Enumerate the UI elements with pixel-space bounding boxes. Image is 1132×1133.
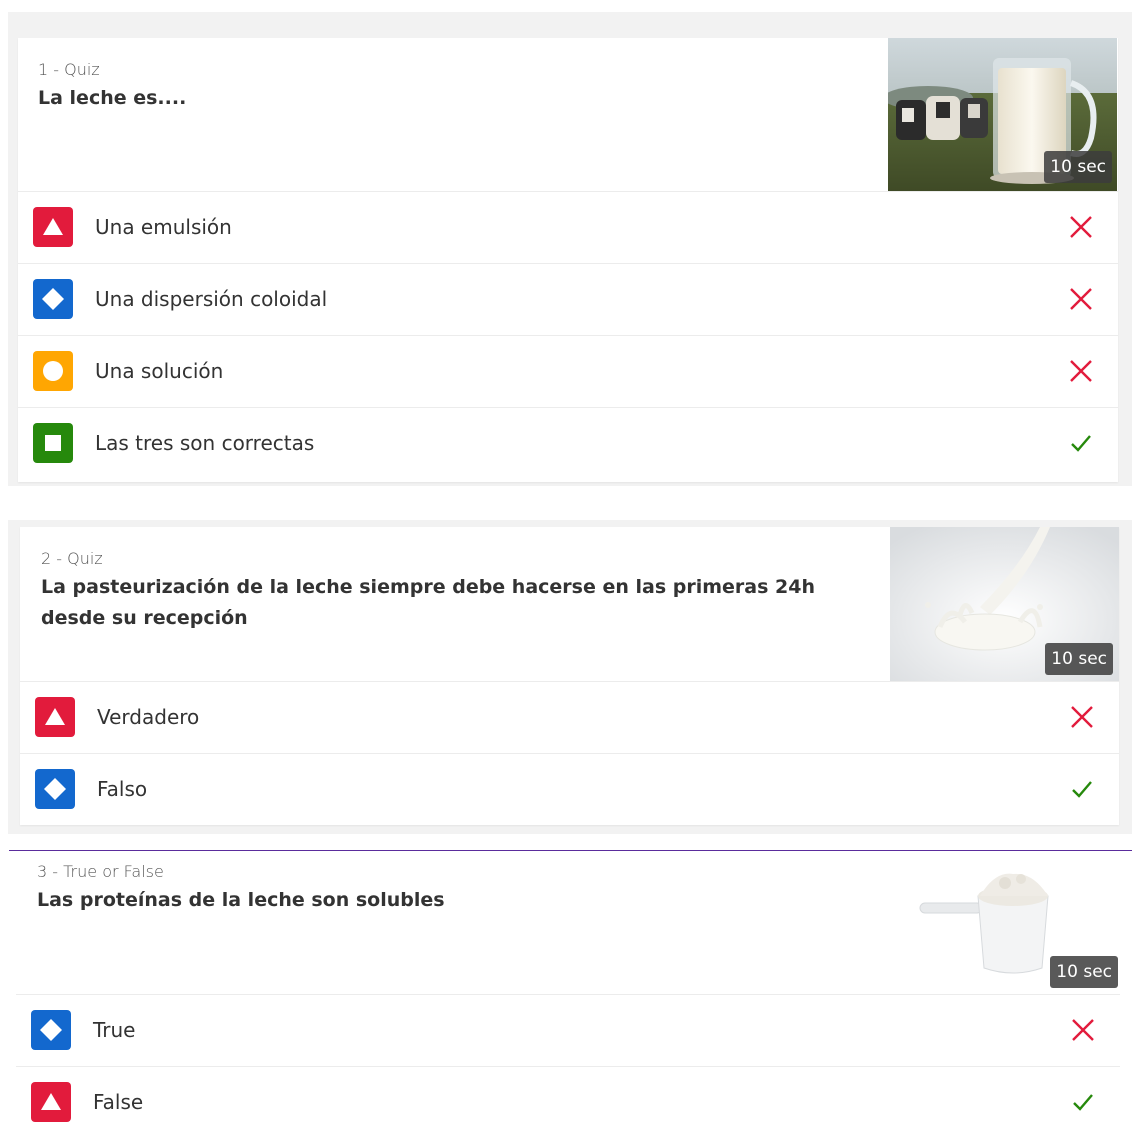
wrong-x-icon [1071,706,1093,728]
question-3-card[interactable]: 3 - True or False Las proteínas de la le… [16,851,1120,1133]
wrong-x-icon [1070,216,1092,238]
question-1-image: 10 sec [888,38,1117,191]
answer-text: Una emulsión [95,215,232,239]
answer-text: Falso [97,777,148,801]
answer-text: Una solución [95,359,224,383]
correct-check-icon [1073,1094,1093,1111]
question-3-title: Las proteínas de la leche son solubles [37,889,445,911]
question-1-meta: 1 - Quiz [38,60,100,79]
answer-row: False [16,1066,1120,1133]
answer-text: False [93,1090,144,1114]
question-3-meta: 3 - True or False [37,862,164,881]
answer-row: Una solución [18,335,1118,407]
answer-text: Las tres son correctas [95,431,315,455]
diamond-icon [35,769,75,809]
circle-icon [33,351,73,391]
answer-row: Verdadero [20,681,1119,753]
wrong-x-icon [1070,288,1092,310]
answer-row: Una emulsión [18,191,1118,263]
triangle-icon [35,697,75,737]
answer-row: Las tres son correctas [18,407,1118,479]
answer-text: True [93,1018,136,1042]
correct-check-icon [1072,781,1092,798]
answer-row: True [16,994,1120,1066]
triangle-icon [31,1082,71,1122]
question-2-image: 10 sec [890,527,1119,681]
answer-row: Falso [20,753,1119,825]
answer-row: Una dispersión coloidal [18,263,1118,335]
diamond-icon [33,279,73,319]
question-2-card[interactable]: 2 - Quiz La pasteurización de la leche s… [20,527,1119,825]
diamond-icon [31,1010,71,1050]
question-2-time-badge: 10 sec [1045,643,1113,675]
question-2-meta: 2 - Quiz [41,549,103,568]
answer-text: Verdadero [97,705,200,729]
quiz-summary-page: 1 - Quiz La leche es.... 10 sec Una emul… [0,0,1132,1133]
correct-check-icon [1071,435,1091,452]
wrong-x-icon [1072,1019,1094,1041]
answer-text: Una dispersión coloidal [95,287,328,311]
question-1-time-badge: 10 sec [1044,151,1112,183]
question-3-image: 10 sec [890,851,1120,994]
wrong-x-icon [1070,360,1092,382]
question-2-title: La pasteurización de la leche siempre de… [41,576,816,629]
square-icon [33,423,73,463]
question-1-card[interactable]: 1 - Quiz La leche es.... 10 sec Una emul… [18,38,1118,482]
question-3-time-badge: 10 sec [1050,956,1118,988]
question-1-title: La leche es.... [38,87,187,109]
triangle-icon [33,207,73,247]
